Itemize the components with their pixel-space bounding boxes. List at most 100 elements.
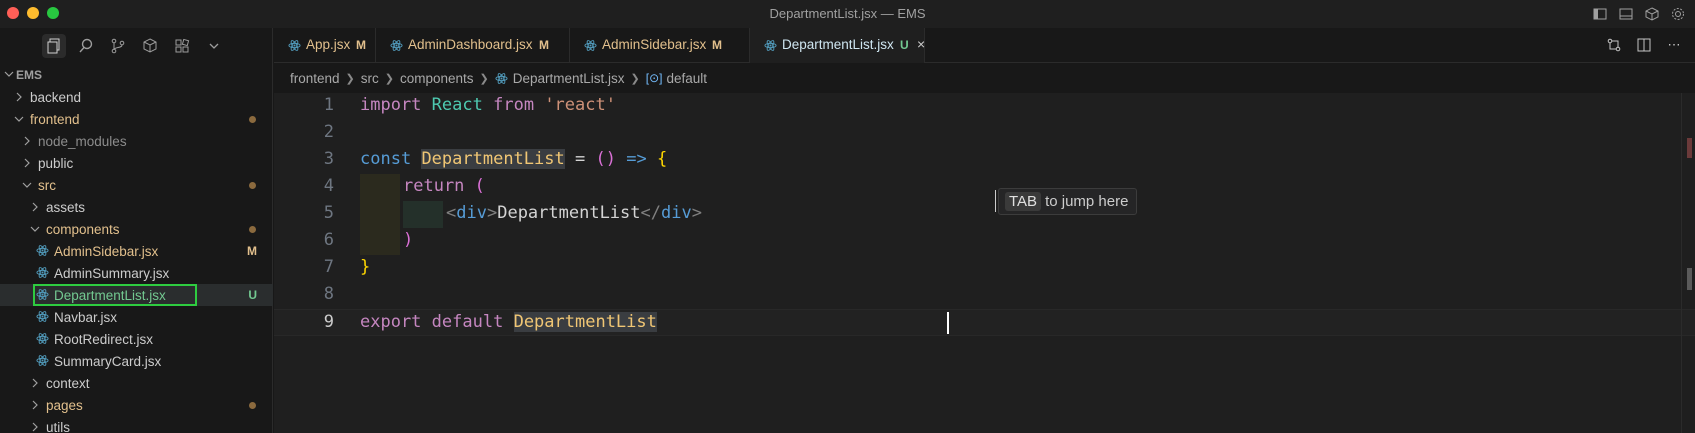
modified-dot-indicator (249, 181, 256, 189)
editor-tab[interactable]: App.jsx M (274, 28, 376, 63)
tree-item-label: Navbar.jsx (54, 309, 118, 325)
breadcrumb-item[interactable]: components (400, 71, 474, 86)
tree-folder[interactable]: utils (0, 416, 273, 433)
react-file-icon (36, 244, 49, 257)
ghost-cursor (995, 190, 996, 212)
editor-tab[interactable]: DepartmentList.jsx U × (750, 28, 925, 63)
indent-guide (360, 201, 400, 228)
tree-file[interactable]: Navbar.jsx (0, 306, 273, 328)
toggle-primary-sidebar-icon[interactable] (1591, 5, 1609, 23)
editor-tab[interactable]: AdminDashboard.jsx M (376, 28, 570, 63)
tree-folder[interactable]: public (0, 152, 273, 174)
compare-changes-icon[interactable] (1605, 36, 1623, 54)
chevron-right-icon: ❯ (630, 72, 640, 85)
breadcrumb-item[interactable]: frontend (290, 71, 340, 86)
extensions-cube-icon[interactable] (1643, 5, 1661, 23)
chevron-down-icon[interactable] (202, 34, 226, 58)
chevron-down-icon (4, 69, 16, 81)
code-text: return ( (403, 176, 485, 196)
editor-tab[interactable]: AdminSidebar.jsx M (570, 28, 750, 63)
code-text: const DepartmentList = () => { (360, 149, 668, 169)
tab-label: AdminDashboard.jsx (408, 37, 533, 52)
window-title: DepartmentList.jsx — EMS (769, 6, 926, 21)
code-line-current[interactable]: 9 export default DepartmentList (274, 309, 1695, 336)
tree-folder[interactable]: src (0, 174, 273, 196)
line-number: 9 (323, 312, 334, 332)
react-file-icon (36, 310, 49, 323)
chevron-right-icon (22, 158, 34, 170)
code-line[interactable]: 3 const DepartmentList = () => { (274, 147, 1695, 174)
tree-folder[interactable]: assets (0, 196, 273, 218)
tree-file[interactable]: AdminSidebar.jsx M (0, 240, 273, 262)
source-control-icon[interactable] (106, 34, 130, 58)
modified-dot-indicator (249, 115, 256, 123)
tab-label: DepartmentList.jsx (782, 37, 894, 52)
code-line[interactable]: 7 } (274, 255, 1695, 282)
tree-file[interactable]: AdminSummary.jsx (0, 262, 273, 284)
react-file-icon (584, 39, 597, 52)
code-line[interactable]: 6 ) (274, 228, 1695, 255)
line-number: 1 (323, 95, 334, 115)
more-actions-icon[interactable]: ⋯ (1665, 36, 1683, 54)
breadcrumb-item[interactable]: DepartmentList.jsx (513, 71, 625, 86)
code-line[interactable]: 8 (274, 282, 1695, 309)
tree-item-label: RootRedirect.jsx (54, 331, 154, 347)
line-number: 2 (323, 122, 334, 142)
tab-jump-hint: TAB to jump here (998, 188, 1138, 215)
split-editor-icon[interactable] (1635, 36, 1653, 54)
chevron-right-icon (30, 400, 42, 412)
code-text: <div>DepartmentList</div> (446, 203, 702, 223)
editor-tabs: ⋯ App.jsx M AdminDashboard.jsx M AdminSideba… (274, 28, 1695, 63)
explorer-files-icon[interactable] (42, 34, 66, 58)
extensions-grid-icon[interactable] (170, 34, 194, 58)
code-line[interactable]: 1 import React from 'react' (274, 93, 1695, 120)
search-icon[interactable] (74, 34, 98, 58)
tree-folder[interactable]: node_modules (0, 130, 273, 152)
tab-hint-text: to jump here (1045, 193, 1129, 210)
settings-gear-icon[interactable] (1669, 5, 1687, 23)
tree-item-label: pages (46, 397, 83, 413)
selection-outline (33, 284, 197, 306)
line-number: 4 (323, 176, 334, 196)
toggle-panel-icon[interactable] (1617, 5, 1635, 23)
extensions-cube-icon[interactable] (138, 34, 162, 58)
symbol-variable-icon: [⊙] (645, 71, 663, 85)
code-line[interactable]: 4 return ( (274, 174, 1695, 201)
tree-folder[interactable]: frontend (0, 108, 273, 130)
tree-folder[interactable]: components (0, 218, 273, 240)
chevron-right-icon (14, 92, 26, 104)
git-status-badge: M (247, 244, 257, 258)
react-file-icon (495, 72, 508, 85)
code-line[interactable]: 5 <div>DepartmentList</div> (274, 201, 1695, 228)
close-tab-icon[interactable]: × (917, 36, 925, 52)
code-text: ) (403, 230, 414, 250)
code-text: } (360, 257, 371, 277)
tree-file[interactable]: SummaryCard.jsx (0, 350, 273, 372)
line-number: 3 (323, 149, 334, 169)
tree-item-label: public (38, 155, 74, 171)
chevron-right-icon (22, 136, 34, 148)
chevron-right-icon: ❯ (345, 72, 355, 85)
breadcrumb-item[interactable]: src (361, 71, 379, 86)
tree-folder[interactable]: context (0, 372, 273, 394)
tree-file[interactable]: DepartmentList.jsx U (0, 284, 273, 306)
tab-key-label: TAB (1005, 192, 1042, 211)
tree-item-label: components (46, 221, 120, 237)
tree-folder[interactable]: pages (0, 394, 273, 416)
breadcrumb-item[interactable]: default (667, 71, 708, 86)
chevron-right-icon: ❯ (479, 72, 489, 85)
code-line[interactable]: 2 (274, 120, 1695, 147)
chevron-down-icon (14, 114, 26, 126)
scrollbar-marker (1687, 268, 1692, 290)
tree-folder[interactable]: backend (0, 86, 273, 108)
chevron-down-icon (30, 224, 42, 236)
modified-dot-indicator (249, 401, 256, 409)
tree-file[interactable]: RootRedirect.jsx (0, 328, 273, 350)
explorer-root[interactable]: EMS (0, 64, 273, 86)
chevron-right-icon: ❯ (384, 72, 394, 85)
tab-git-status: U (900, 38, 909, 52)
chevron-right-icon (30, 422, 42, 433)
react-file-icon (288, 39, 301, 52)
code-editor[interactable]: 1 import React from 'react' 2 3 const De… (274, 93, 1695, 433)
tree-item-label: backend (30, 89, 82, 105)
